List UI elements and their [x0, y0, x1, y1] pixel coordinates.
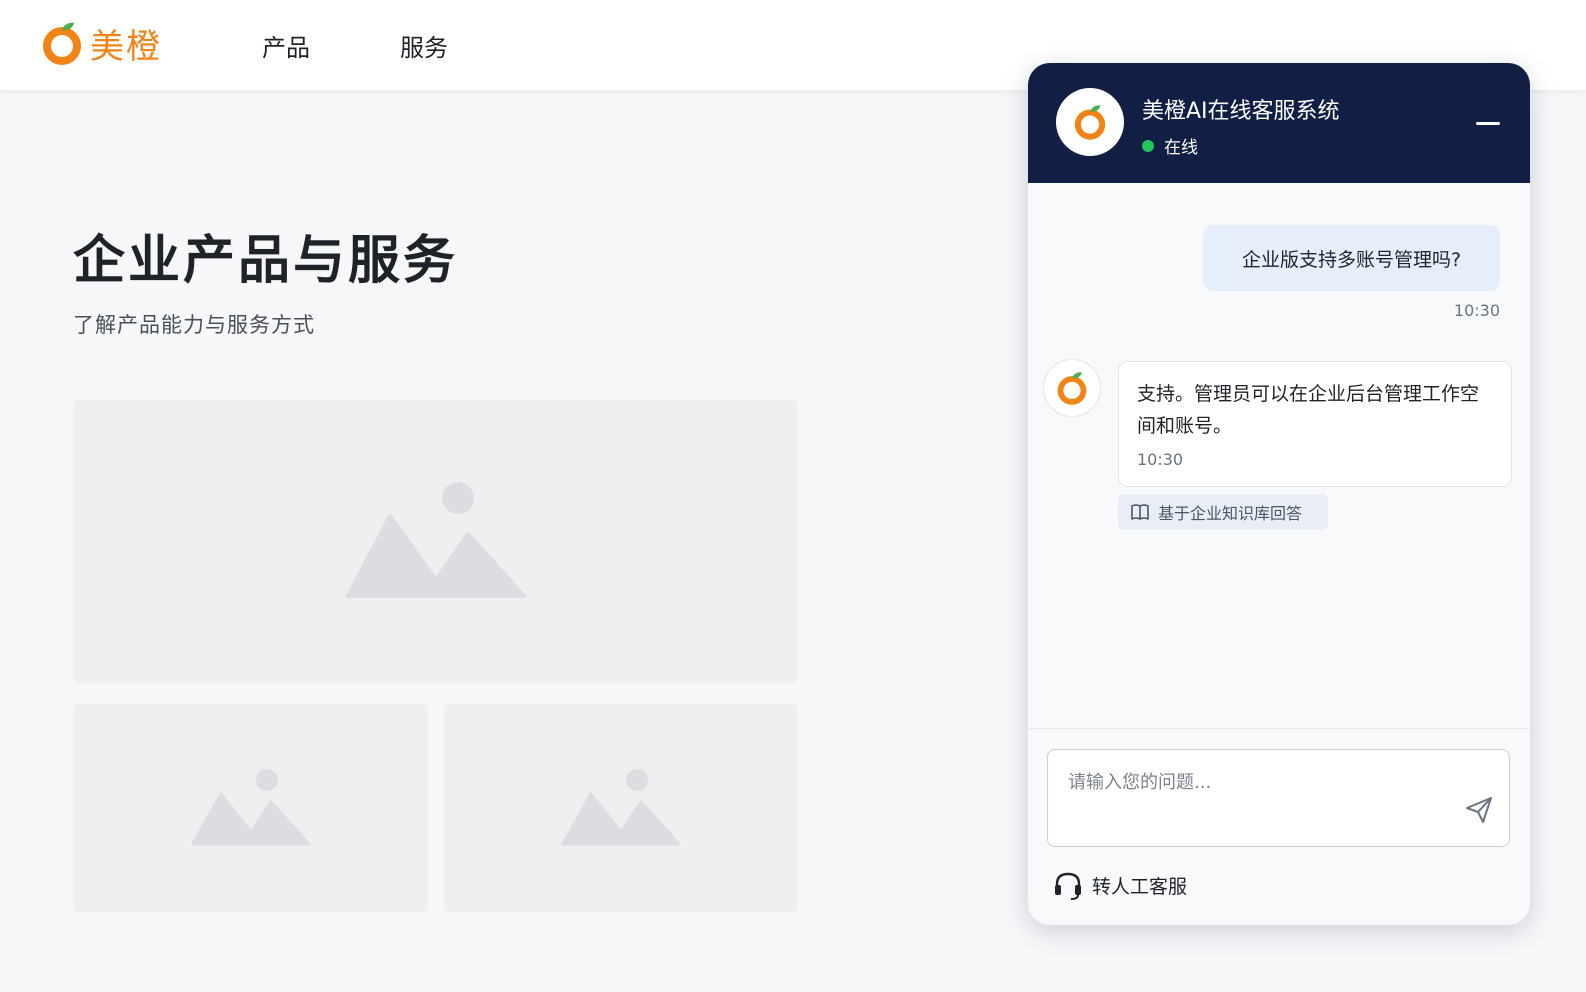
image-placeholder-icon — [561, 769, 681, 846]
image-placeholder-icon — [345, 481, 526, 598]
nav-link-products[interactable]: 产品 — [262, 28, 310, 63]
minimize-button[interactable] — [1464, 109, 1508, 139]
user-message-time: 10:30 — [1453, 301, 1500, 320]
brand-logo-link[interactable]: 美橙 — [40, 20, 162, 67]
page-title: 企业产品与服务 — [73, 231, 459, 291]
human-agent-label: 转人工客服 — [1092, 875, 1188, 898]
image-placeholder-left — [73, 704, 428, 912]
send-icon — [1466, 797, 1492, 823]
divider — [1028, 728, 1530, 729]
bot-message-bubble: 支持。管理员可以在企业后台管理工作空间和账号。 10:30 — [1118, 361, 1512, 487]
status-text: 在线 — [1164, 138, 1198, 158]
chat-widget: 美橙AI在线客服系统 在线 企业版支持多账号管理吗? 10:30 支持。管理员可… — [1028, 63, 1530, 925]
chat-status: 在线 — [1142, 133, 1198, 158]
send-button[interactable] — [1463, 794, 1495, 826]
chat-avatar — [1056, 88, 1124, 156]
book-icon — [1131, 504, 1149, 520]
orange-icon — [43, 22, 81, 65]
knowledge-base-tag-label: 基于企业知识库回答 — [1158, 504, 1303, 523]
brand-name: 美橙 — [90, 26, 162, 67]
chat-input-box — [1047, 749, 1510, 847]
bot-message-time: 10:30 — [1137, 450, 1184, 469]
user-message-bubble: 企业版支持多账号管理吗? — [1203, 225, 1500, 291]
orange-icon — [1074, 105, 1106, 140]
nav-link-services[interactable]: 服务 — [400, 28, 448, 63]
page-subtitle: 了解产品能力与服务方式 — [73, 313, 315, 337]
message-input[interactable] — [1048, 750, 1509, 846]
image-placeholder-icon — [191, 769, 310, 846]
bot-message-text: 支持。管理员可以在企业后台管理工作空间和账号。 — [1137, 383, 1480, 437]
headset-icon — [1055, 872, 1081, 900]
hero-image-placeholder — [73, 400, 798, 683]
orange-icon — [1057, 372, 1087, 405]
image-placeholder-right — [444, 704, 798, 912]
minimize-icon — [1476, 122, 1500, 125]
bot-avatar — [1043, 359, 1101, 417]
knowledge-base-tag: 基于企业知识库回答 — [1118, 494, 1328, 530]
chat-title: 美橙AI在线客服系统 — [1142, 99, 1340, 124]
chat-header: 美橙AI在线客服系统 在线 — [1028, 63, 1530, 183]
human-agent-button[interactable]: 转人工客服 — [1052, 867, 1187, 903]
online-status-dot — [1142, 139, 1154, 152]
user-message-text: 企业版支持多账号管理吗? — [1241, 248, 1462, 271]
